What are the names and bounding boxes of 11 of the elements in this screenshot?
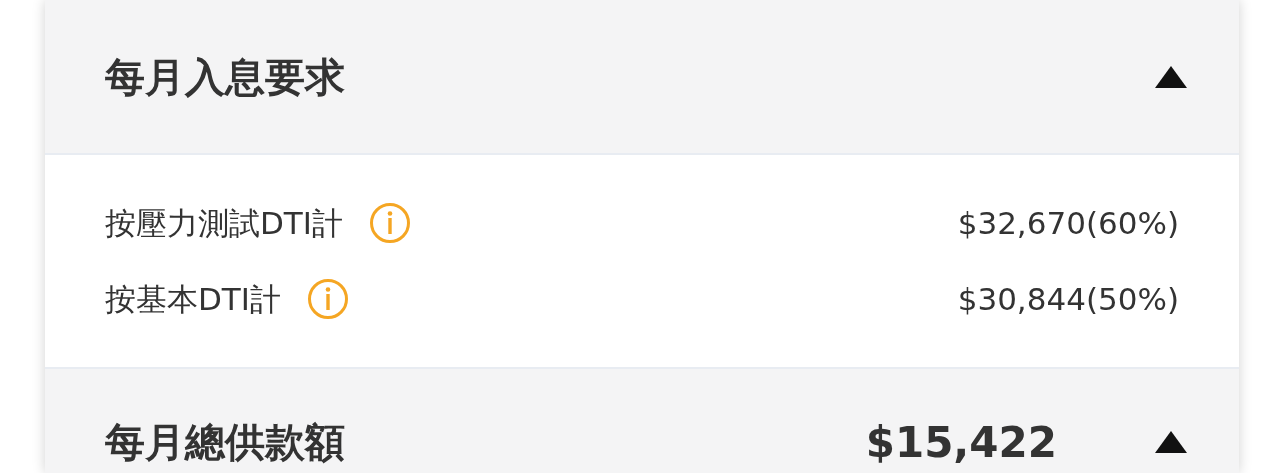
caret-icon[interactable]: [1155, 65, 1187, 88]
caret-icon[interactable]: [1155, 431, 1187, 453]
row-label: 按基本DTI計: [105, 279, 281, 319]
section-title: 每月總供款額: [105, 418, 345, 467]
row-value: $30,844(50%): [957, 279, 1179, 319]
section-title: 每月入息要求: [105, 52, 345, 102]
section-header[interactable]: 每月總供款額 $15,422: [45, 367, 1239, 473]
row-label: 按壓力測試DTI計: [105, 203, 343, 243]
section-header[interactable]: 每月入息要求: [45, 0, 1239, 155]
row-value: $32,670(60%): [957, 203, 1179, 243]
total-amount: $15,422: [865, 416, 1057, 469]
